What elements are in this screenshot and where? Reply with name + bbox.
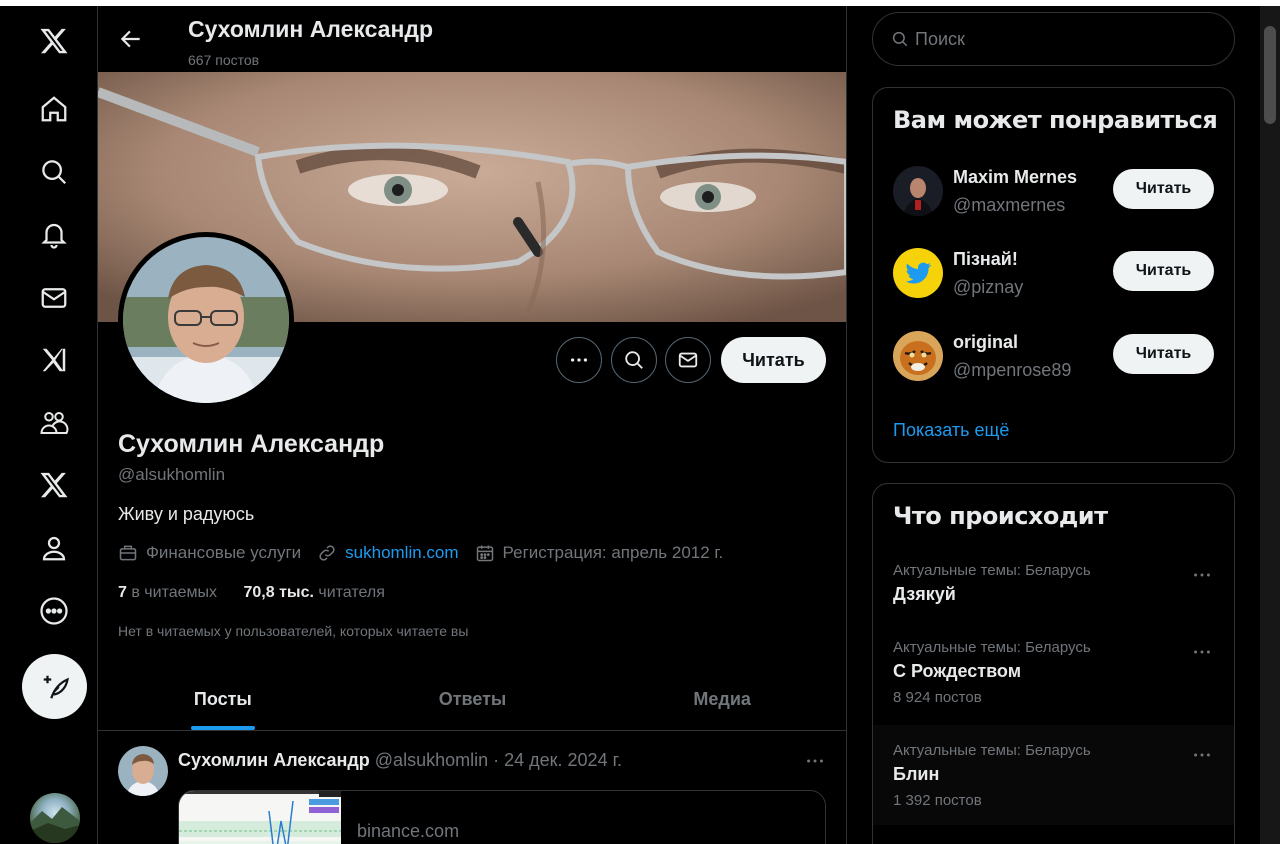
- suggested-user-avatar[interactable]: [893, 331, 943, 381]
- trend-more-icon[interactable]: [1191, 641, 1213, 663]
- followers-link[interactable]: 70,8 тыс. читателя: [243, 584, 384, 601]
- show-more-link[interactable]: Показать ещё: [893, 420, 1009, 441]
- post-author-handle[interactable]: @alsukhomlin: [375, 750, 488, 770]
- trend-item[interactable]: Актуальные темы: Беларусь С Рождеством 8…: [873, 639, 1234, 719]
- post-date[interactable]: · 24 дек. 2024 г.: [493, 750, 622, 770]
- envelope-icon: [678, 352, 698, 368]
- post-more-icon[interactable]: [804, 750, 826, 772]
- trends-title: Что происходит: [893, 502, 1108, 530]
- suggested-user-name[interactable]: original: [953, 332, 1085, 353]
- trend-context: Актуальные темы: Беларусь: [893, 562, 1091, 579]
- search-icon: [892, 31, 908, 47]
- left-navigation: [0, 6, 98, 844]
- compose-post-button[interactable]: [22, 654, 87, 719]
- post-author-avatar[interactable]: [118, 746, 168, 796]
- account-avatar[interactable]: [30, 793, 80, 843]
- trend-item[interactable]: Актуальные темы: Беларусь Дзякуй: [873, 562, 1234, 624]
- search-profile-button[interactable]: [611, 337, 657, 383]
- trend-item[interactable]: Актуальные темы: Беларусь Блин 1 392 пос…: [873, 725, 1234, 825]
- suggested-user-avatar[interactable]: [893, 248, 943, 298]
- profile-handle: @alsukhomlin: [118, 465, 226, 484]
- trends-panel: Что происходит Актуальные темы: Беларусь…: [872, 483, 1235, 844]
- messages-envelope-icon[interactable]: [27, 271, 81, 325]
- trend-more-icon[interactable]: [1191, 564, 1213, 586]
- profile-person-icon[interactable]: [27, 521, 81, 575]
- profile-tabs: Посты Ответы Медиа: [98, 668, 846, 731]
- scrollbar-thumb[interactable]: [1264, 26, 1276, 124]
- profile-name: Сухомлин Александр: [118, 430, 385, 458]
- website-link[interactable]: sukhomlin.com: [345, 543, 458, 563]
- communities-icon[interactable]: [27, 396, 81, 450]
- grok-icon[interactable]: [27, 333, 81, 387]
- message-button[interactable]: [665, 337, 711, 383]
- header-profile-name: Сухомлин Александр: [188, 16, 434, 42]
- link-preview-domain: binance.com: [357, 821, 460, 841]
- page-scrollbar[interactable]: [1260, 6, 1280, 844]
- tab-posts[interactable]: Посты: [98, 668, 348, 730]
- trend-topic: С Рождеством: [893, 661, 1022, 681]
- who-to-follow-title: Вам может понравиться: [893, 106, 1218, 134]
- tab-replies[interactable]: Ответы: [348, 668, 598, 730]
- more-options-circle-icon[interactable]: [27, 584, 81, 638]
- link-preview-image: [179, 791, 341, 844]
- header-posts-count: 667 постов: [188, 52, 260, 68]
- link-preview-card[interactable]: binance.com: [178, 790, 826, 844]
- search-icon: [625, 351, 643, 369]
- premium-x-icon[interactable]: [27, 458, 81, 512]
- link-icon: [319, 545, 335, 561]
- trend-context: Актуальные темы: Беларусь: [893, 639, 1091, 656]
- x-logo-icon[interactable]: [27, 14, 81, 68]
- ellipsis-icon: [570, 358, 588, 362]
- suggested-user-handle[interactable]: @mpenrose89: [953, 360, 1071, 381]
- profile-top-bar: Сухомлин Александр 667 постов: [98, 6, 846, 72]
- search-box[interactable]: [872, 12, 1235, 66]
- post-header: Сухомлин Александр @alsukhomlin · 24 дек…: [178, 750, 622, 771]
- suggested-user[interactable]: Пізнай! @piznay Читать: [873, 248, 1234, 328]
- trend-topic: Блин: [893, 764, 940, 784]
- search-input[interactable]: [915, 28, 1215, 50]
- suggested-user[interactable]: Maxim Mernes @maxmernes Читать: [873, 166, 1234, 246]
- explore-search-icon[interactable]: [27, 145, 81, 199]
- profile-joined: Регистрация: апрель 2012 г.: [475, 543, 723, 563]
- trend-count: 8 924 постов: [893, 689, 982, 706]
- who-to-follow-panel: Вам может понравиться Maxim Mernes @maxm…: [872, 87, 1235, 463]
- follow-suggested-button[interactable]: Читать: [1113, 251, 1214, 291]
- more-actions-button[interactable]: [556, 337, 602, 383]
- notifications-bell-icon[interactable]: [27, 208, 81, 262]
- trend-count: 1 392 постов: [893, 792, 982, 809]
- back-arrow-icon[interactable]: [118, 26, 144, 52]
- follow-button[interactable]: Читать: [721, 337, 826, 383]
- post[interactable]: Сухомлин Александр @alsukhomlin · 24 дек…: [98, 732, 846, 844]
- suggested-user-handle[interactable]: @piznay: [953, 277, 1023, 298]
- suggested-user-name[interactable]: Maxim Mernes: [953, 167, 1085, 188]
- profile-bio: Живу и радуюсь: [118, 504, 255, 524]
- profile-category: Финансовые услуги: [118, 543, 301, 563]
- profile-main-column: Сухомлин Александр 667 постов Читать Сух…: [98, 6, 847, 844]
- compose-feather-icon: [43, 675, 69, 699]
- follow-suggested-button[interactable]: Читать: [1113, 169, 1214, 209]
- suggested-user-name[interactable]: Пізнай!: [953, 249, 1085, 270]
- suggested-user[interactable]: original @mpenrose89 Читать: [873, 331, 1234, 411]
- post-author-name[interactable]: Сухомлин Александр: [178, 750, 370, 770]
- calendar-icon: [476, 545, 493, 562]
- profile-website: sukhomlin.com: [317, 543, 459, 563]
- following-link[interactable]: 7 в читаемых: [118, 584, 217, 601]
- follow-suggested-button[interactable]: Читать: [1113, 334, 1214, 374]
- followers-you-know-note: Нет в читаемых у пользователей, которых …: [118, 623, 469, 639]
- suggested-user-handle[interactable]: @maxmernes: [953, 195, 1065, 216]
- trend-topic: Дзякуй: [893, 584, 956, 604]
- tab-media[interactable]: Медиа: [597, 668, 846, 730]
- suggested-user-avatar[interactable]: [893, 166, 943, 216]
- profile-stats: 7 в читаемых 70,8 тыс. читателя: [118, 584, 385, 602]
- trend-context: Актуальные темы: Беларусь: [893, 742, 1091, 759]
- home-icon[interactable]: [27, 82, 81, 136]
- trend-more-icon[interactable]: [1191, 744, 1213, 766]
- profile-meta: Финансовые услуги sukhomlin.com Регистра…: [118, 543, 739, 563]
- briefcase-icon: [119, 545, 137, 561]
- profile-avatar[interactable]: [118, 232, 294, 408]
